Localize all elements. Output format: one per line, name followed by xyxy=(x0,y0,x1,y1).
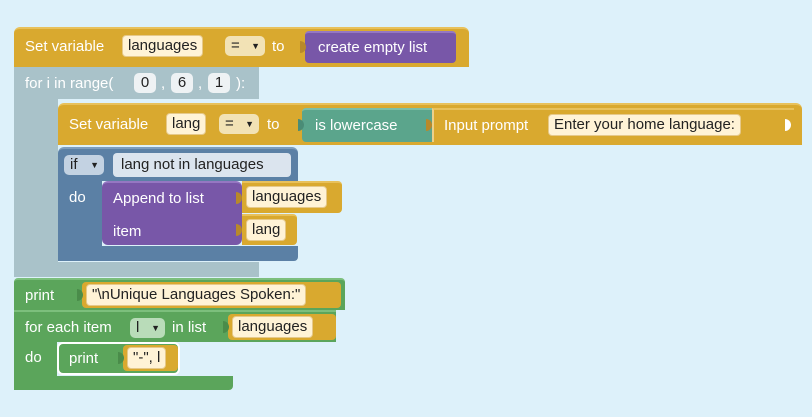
for-range-left-arm xyxy=(14,99,58,277)
dropdown-arrow-icon: ▼ xyxy=(90,160,99,170)
set-lang-block[interactable]: Set variable lang = ▼ to is lowercase Inp… xyxy=(58,103,802,145)
for-each-label: for each item xyxy=(25,319,112,336)
for-each-list-block[interactable]: languages xyxy=(228,314,336,340)
variable-name-field[interactable]: languages xyxy=(122,35,204,57)
if-block-header[interactable]: if ▼ lang not in languages xyxy=(58,147,298,181)
set-variable-label: Set variable xyxy=(25,38,105,55)
print-item-block[interactable]: print "-", l xyxy=(57,342,180,375)
set-variable-label: Set variable xyxy=(69,116,149,133)
item-label: item xyxy=(113,223,142,240)
in-list-label: in list xyxy=(172,319,207,336)
range-close-paren: ): xyxy=(236,75,246,92)
print-args-field[interactable]: "-", l xyxy=(127,347,167,369)
item-value-block[interactable]: lang xyxy=(242,214,297,245)
for-range-header[interactable]: for i in range( 0 , 6 , 1 ): xyxy=(14,67,259,99)
dropdown-arrow-icon: ▼ xyxy=(151,323,160,333)
if-condition-text: lang not in languages xyxy=(121,156,264,173)
to-label: to xyxy=(267,116,280,133)
range-comma-1: , xyxy=(161,75,166,92)
range-step-field[interactable]: 1 xyxy=(208,73,230,93)
if-condition-block[interactable]: lang not in languages xyxy=(113,153,291,177)
range-comma-2: , xyxy=(198,75,203,92)
append-label: Append to list xyxy=(113,190,204,207)
print-text-field[interactable]: "\nUnique Languages Spoken:" xyxy=(86,284,307,306)
input-prompt-block[interactable]: Input prompt Enter your home language: xyxy=(432,108,794,142)
print-label: print xyxy=(25,287,55,304)
input-prompt-label: Input prompt xyxy=(444,117,529,134)
list-name-value-block[interactable]: languages xyxy=(242,181,342,213)
loop-variable-dropdown[interactable]: l ▼ xyxy=(130,318,165,338)
create-empty-list-block[interactable]: create empty list xyxy=(305,31,456,63)
for-range-label: for i in range( xyxy=(25,75,114,92)
for-each-list-field[interactable]: languages xyxy=(232,316,314,338)
range-stop-field[interactable]: 6 xyxy=(171,73,193,93)
is-lowercase-block[interactable]: is lowercase xyxy=(302,108,432,142)
dropdown-arrow-icon: ▼ xyxy=(251,41,260,51)
print-label: print xyxy=(69,350,99,367)
item-value-field[interactable]: lang xyxy=(246,219,287,241)
for-each-footer xyxy=(14,376,233,390)
create-empty-list-label: create empty list xyxy=(318,39,428,56)
do-label: do xyxy=(25,349,42,366)
append-to-list-block[interactable]: Append to list item xyxy=(102,181,242,245)
assign-operator-dropdown[interactable]: = ▼ xyxy=(225,36,265,56)
print-args-block[interactable]: "-", l xyxy=(123,345,178,371)
print-header-block[interactable]: print "\nUnique Languages Spoken:" xyxy=(14,278,345,310)
assign-operator-dropdown[interactable]: = ▼ xyxy=(219,114,259,134)
if-block-footer xyxy=(58,246,298,261)
if-type-dropdown[interactable]: if ▼ xyxy=(64,155,104,175)
is-lowercase-label: is lowercase xyxy=(315,117,398,134)
range-start-field[interactable]: 0 xyxy=(134,73,156,93)
do-label: do xyxy=(69,189,86,206)
for-each-header[interactable]: for each item l ▼ in list languages xyxy=(14,310,336,342)
to-label: to xyxy=(272,38,285,55)
for-range-footer xyxy=(14,262,259,277)
prompt-text-field[interactable]: Enter your home language: xyxy=(548,114,741,136)
dropdown-arrow-icon: ▼ xyxy=(245,119,254,129)
set-languages-block[interactable]: Set variable languages = ▼ to create empt… xyxy=(14,27,469,67)
list-name-field[interactable]: languages xyxy=(246,186,328,208)
print-text-block[interactable]: "\nUnique Languages Spoken:" xyxy=(82,282,341,308)
variable-name-field[interactable]: lang xyxy=(166,113,207,135)
